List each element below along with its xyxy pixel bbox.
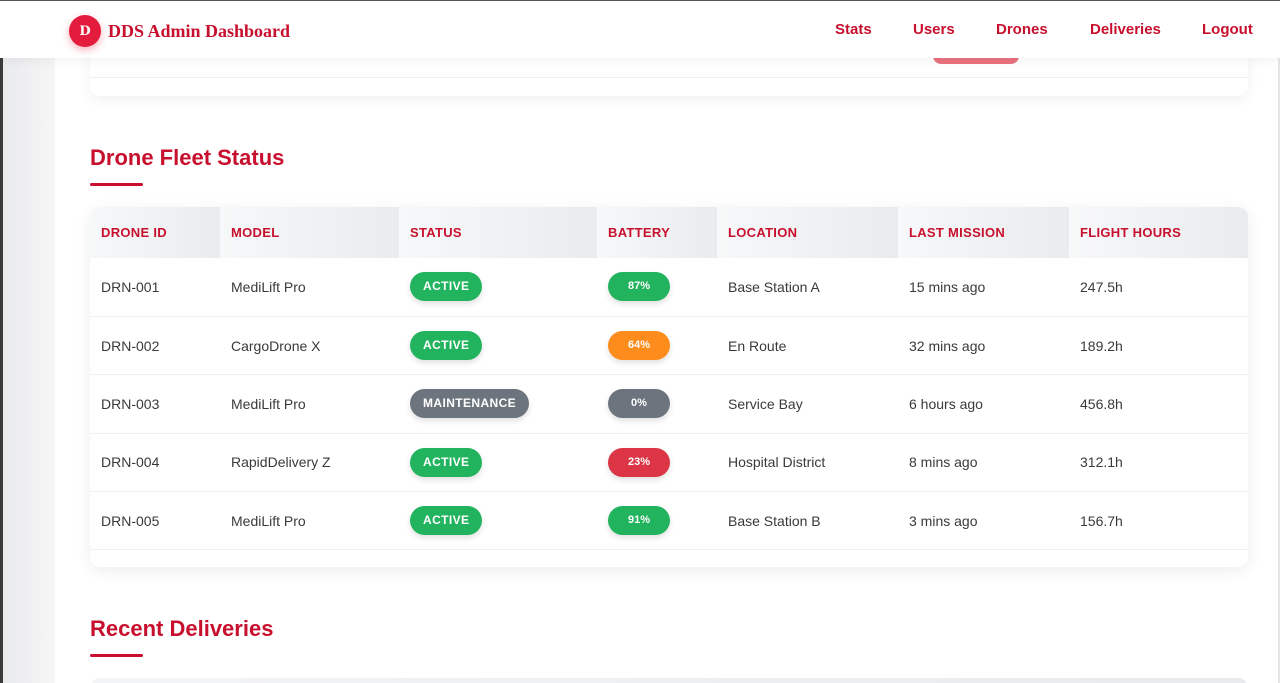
drone-flight-hours: 189.2h [1080, 337, 1123, 354]
nav-link-logout[interactable]: Logout [1202, 21, 1253, 38]
divider [90, 77, 1248, 78]
drone-location: Hospital District [728, 454, 826, 471]
drone-model: RapidDelivery Z [231, 454, 331, 471]
deliveries-table-card [90, 678, 1248, 683]
top-navbar: D DDS Admin Dashboard Stats Users Drones… [0, 0, 1280, 58]
table-row[interactable]: DRN-003 MediLift Pro MAINTENANCE 0% Serv… [90, 375, 1248, 434]
drone-location: Base Station A [728, 278, 820, 295]
nav-link-users[interactable]: Users [913, 21, 955, 38]
drone-flight-hours: 156.7h [1080, 512, 1123, 529]
drone-location: Service Bay [728, 395, 803, 412]
drone-location: Base Station B [728, 512, 821, 529]
status-badge: ACTIVE [410, 506, 483, 536]
battery-badge: 23% [608, 447, 670, 477]
battery-badge: 91% [608, 506, 670, 536]
drone-model: MediLift Pro [231, 512, 306, 529]
table-header-row: DRONE ID MODEL STATUS BATTERY LOCATION L… [90, 207, 1248, 258]
fleet-section-title: Drone Fleet Status [90, 145, 285, 170]
deliveries-title-underline [90, 654, 143, 657]
drone-id: DRN-005 [101, 512, 160, 529]
drone-model: MediLift Pro [231, 395, 306, 412]
drone-id: DRN-002 [101, 337, 160, 354]
drone-last-mission: 15 mins ago [909, 278, 986, 295]
status-badge: ACTIVE [410, 447, 483, 477]
nav-link-stats[interactable]: Stats [835, 21, 872, 38]
table-row[interactable]: DRN-002 CargoDrone X ACTIVE 64% En Route… [90, 316, 1248, 375]
drone-last-mission: 3 mins ago [909, 512, 978, 529]
nav-links: Stats Users Drones Deliveries Logout [0, 21, 1280, 41]
deliveries-section-title: Recent Deliveries [90, 616, 274, 641]
fleet-table-card: DRONE ID MODEL STATUS BATTERY LOCATION L… [90, 207, 1248, 567]
fleet-title-underline [90, 183, 143, 186]
drone-flight-hours: 456.8h [1080, 395, 1123, 412]
table-row[interactable]: DRN-005 MediLift Pro ACTIVE 91% Base Sta… [90, 492, 1248, 550]
drone-id: DRN-001 [101, 278, 160, 295]
nav-link-drones[interactable]: Drones [996, 21, 1048, 38]
fleet-table: DRONE ID MODEL STATUS BATTERY LOCATION L… [90, 207, 1248, 550]
drone-flight-hours: 312.1h [1080, 454, 1123, 471]
drone-id: DRN-004 [101, 454, 160, 471]
col-header-drone-id[interactable]: DRONE ID [90, 207, 220, 258]
drone-model: CargoDrone X [231, 337, 321, 354]
drone-last-mission: 32 mins ago [909, 337, 986, 354]
col-header-status[interactable]: STATUS [399, 207, 597, 258]
status-badge: ACTIVE [410, 331, 483, 361]
drone-last-mission: 6 hours ago [909, 395, 983, 412]
status-badge: MAINTENANCE [410, 389, 530, 419]
col-header-last-mission[interactable]: LAST MISSION [898, 207, 1069, 258]
page-gutter [3, 0, 55, 683]
battery-badge: 64% [608, 331, 670, 361]
col-header-location[interactable]: LOCATION [717, 207, 898, 258]
table-row[interactable]: DRN-001 MediLift Pro ACTIVE 87% Base Sta… [90, 258, 1248, 317]
table-row[interactable]: DRN-004 RapidDelivery Z ACTIVE 23% Hospi… [90, 433, 1248, 492]
col-header-model[interactable]: MODEL [220, 207, 399, 258]
drone-id: DRN-003 [101, 395, 160, 412]
battery-badge: 87% [608, 272, 670, 302]
col-header-battery[interactable]: BATTERY [597, 207, 717, 258]
drone-flight-hours: 247.5h [1080, 278, 1123, 295]
battery-badge: 0% [608, 389, 670, 419]
drone-last-mission: 8 mins ago [909, 454, 978, 471]
col-header-flight-hours[interactable]: FLIGHT HOURS [1069, 207, 1248, 258]
nav-link-deliveries[interactable]: Deliveries [1090, 21, 1161, 38]
status-badge: ACTIVE [410, 272, 483, 302]
drone-model: MediLift Pro [231, 278, 306, 295]
drone-location: En Route [728, 337, 787, 354]
